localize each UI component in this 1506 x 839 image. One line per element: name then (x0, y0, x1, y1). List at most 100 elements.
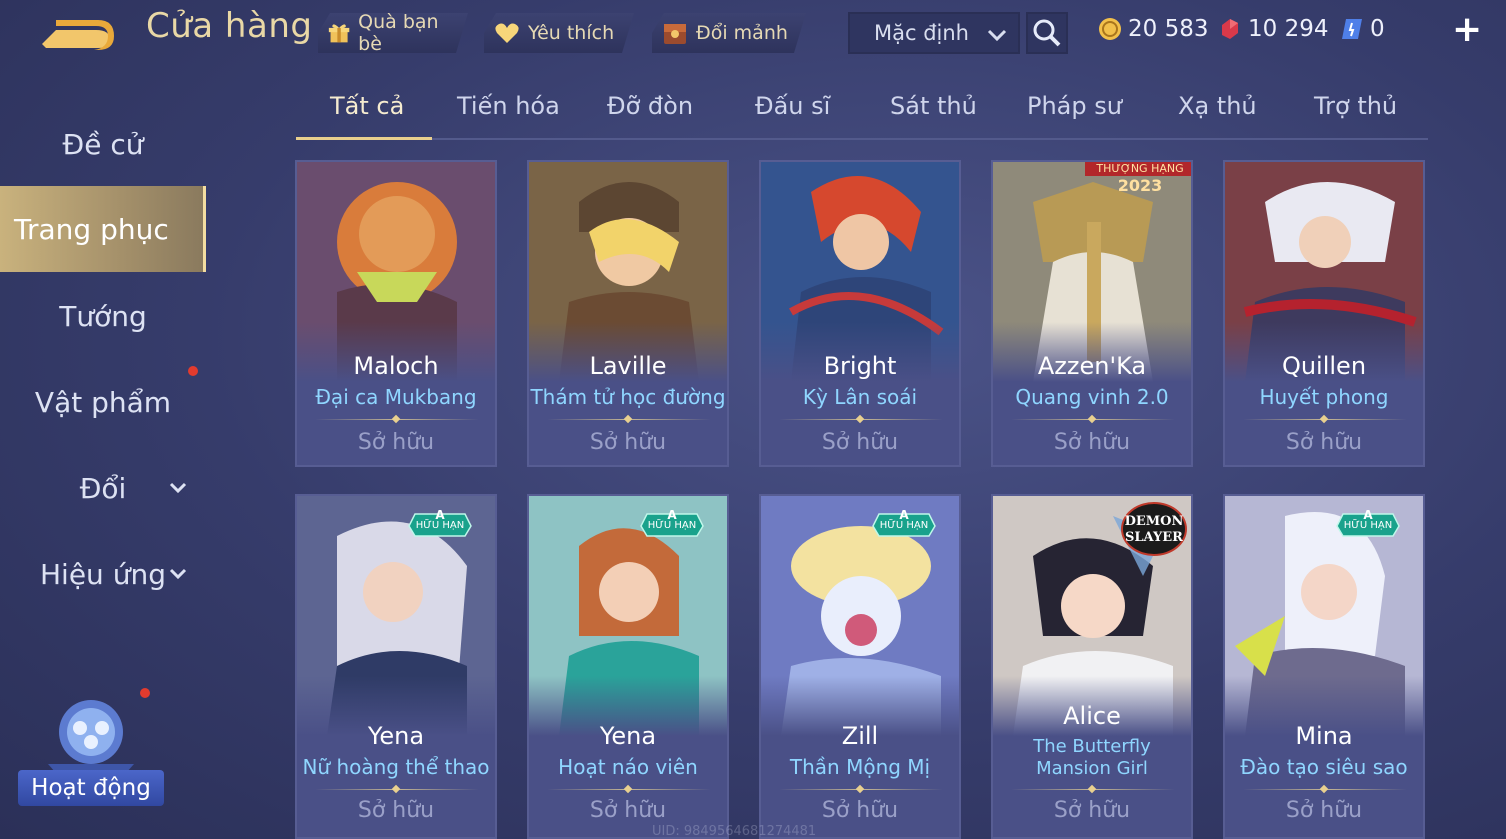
tab-mage[interactable]: Pháp sư (1027, 92, 1122, 120)
skin-name: Đại ca Mukbang (315, 385, 477, 409)
skin-card[interactable]: A HỮU HẠN Zill Thần Mộng Mị Sở hữu (759, 494, 961, 839)
exchange-fragments-label: Đổi mảnh (696, 22, 788, 44)
sidebar-item-skins[interactable]: Trang phục (0, 186, 206, 272)
heart-icon (494, 20, 520, 46)
skin-card[interactable]: Quillen Huyết phong Sở hữu (1223, 160, 1425, 467)
limited-badge: A HỮU HẠN (1335, 508, 1401, 538)
rank-badge-title: THƯỢNG HẠNG (1085, 162, 1191, 176)
search-button[interactable] (1026, 12, 1068, 54)
voucher-amount: 0 (1370, 16, 1385, 42)
skin-card[interactable]: DEMON SLAYER Alice The Butterfly Mansion… (991, 494, 1193, 839)
friend-gift-label: Quà bạn bè (358, 11, 439, 55)
limited-badge-text: HỮU HẠN (415, 520, 465, 531)
sidebar-item-exchange[interactable]: Đổi (0, 458, 206, 518)
favorites-button[interactable]: Yêu thích (484, 13, 634, 53)
divider-diamond (1319, 784, 1329, 794)
tab-all[interactable]: Tất cả (330, 92, 404, 120)
back-button[interactable] (36, 12, 116, 52)
limited-badge: A HỮU HẠN (639, 508, 705, 538)
gift-icon (328, 20, 350, 46)
back-arrow-icon (42, 20, 114, 50)
hero-name: Alice (1063, 702, 1121, 730)
limited-badge: A HỮU HẠN (407, 508, 473, 538)
sidebar-item-label: Hiệu ứng (40, 557, 166, 591)
gold-coin-icon (1099, 18, 1121, 40)
friend-gift-button[interactable]: Quà bạn bè (318, 13, 468, 53)
owned-status: Sở hữu (589, 430, 667, 455)
hero-name: Bright (823, 352, 897, 380)
activity-button[interactable]: Hoạt động (18, 694, 164, 812)
skin-name: Huyết phong (1259, 385, 1389, 409)
skin-name: Nữ hoàng thể thao (302, 755, 490, 779)
skin-card[interactable]: Laville Thám tử học đường Sở hữu (527, 160, 729, 467)
collab-badge-line1: DEMON (1124, 514, 1184, 529)
exchange-fragments-button[interactable]: Đổi mảnh (652, 13, 806, 53)
owned-status: Sở hữu (357, 798, 435, 823)
skin-name: Đào tạo siêu sao (1240, 755, 1408, 779)
sort-selected-value: Mặc định (874, 21, 969, 45)
blue-voucher-icon (1342, 19, 1362, 39)
tab-assassin[interactable]: Sát thủ (890, 92, 977, 120)
category-tabs: Tất cả Tiến hóa Đỡ đòn Đấu sĩ Sát thủ Ph… (296, 86, 1428, 140)
owned-status: Sở hữu (357, 430, 435, 455)
sidebar-item-items[interactable]: Vật phẩm (0, 372, 206, 432)
tab-active-indicator (296, 137, 432, 140)
sidebar-item-label: Trang phục (14, 212, 169, 246)
skin-name: Thần Mộng Mị (789, 755, 931, 779)
top-bar: Cửa hàng Quà bạn bè Yêu thích Đổi mảnh M… (0, 0, 1506, 66)
owned-status: Sở hữu (1053, 798, 1131, 823)
owned-status: Sở hữu (1285, 430, 1363, 455)
red-gem-icon (1222, 19, 1238, 39)
chest-icon (662, 20, 688, 46)
sidebar-item-label: Đổi (79, 471, 127, 505)
collab-badge-line2: SLAYER (1125, 530, 1183, 545)
hero-name: Azzen'Ka (1037, 352, 1147, 380)
chevron-down-icon (987, 29, 1007, 42)
tab-fighter[interactable]: Đấu sĩ (755, 92, 830, 120)
gem-currency[interactable]: 10 294 (1218, 16, 1328, 42)
skin-card[interactable]: THƯỢNG HẠNG 2023 Azzen'Ka Quang vinh 2.0… (991, 160, 1193, 467)
activity-label: Hoạt động (18, 770, 164, 806)
sidebar-item-heroes[interactable]: Tướng (0, 286, 206, 346)
gold-amount: 20 583 (1128, 16, 1209, 42)
skin-card[interactable]: A HỮU HẠN Mina Đào tạo siêu sao Sở hữu (1223, 494, 1425, 839)
divider-diamond (391, 414, 401, 424)
sidebar-item-label: Đề cử (62, 127, 144, 161)
limited-badge: A HỮU HẠN (871, 508, 937, 538)
add-currency-button[interactable]: + (1452, 12, 1482, 48)
sidebar-item-label: Vật phẩm (34, 385, 172, 419)
tab-tank[interactable]: Đỡ đòn (607, 92, 693, 120)
tab-marksman[interactable]: Xạ thủ (1178, 92, 1257, 120)
limited-badge-text: HỮU HẠN (879, 520, 929, 531)
skin-card[interactable]: Maloch Đại ca Mukbang Sở hữu (295, 160, 497, 467)
divider-diamond (855, 784, 865, 794)
favorites-label: Yêu thích (528, 22, 615, 44)
limited-badge-text: HỮU HẠN (647, 520, 697, 531)
skin-name: The Butterfly Mansion Girl (1033, 736, 1151, 779)
limited-badge-text: HỮU HẠN (1343, 520, 1393, 531)
owned-status: Sở hữu (1053, 430, 1131, 455)
skin-name: Kỳ Lân soái (802, 385, 918, 409)
skin-name: Hoạt náo viên (558, 755, 698, 779)
sort-dropdown[interactable]: Mặc định (848, 12, 1020, 54)
skin-card[interactable]: Bright Kỳ Lân soái Sở hữu (759, 160, 961, 467)
tab-support[interactable]: Trợ thủ (1314, 92, 1397, 120)
owned-status: Sở hữu (589, 798, 667, 823)
gold-currency[interactable]: 20 583 (1098, 16, 1208, 42)
page-title: Cửa hàng (146, 6, 313, 46)
skin-name: Thám tử học đường (530, 385, 726, 409)
tab-evolution[interactable]: Tiến hóa (457, 92, 560, 120)
sidebar-item-effects[interactable]: Hiệu ứng (0, 544, 206, 604)
skin-card[interactable]: A HỮU HẠN Yena Nữ hoàng thể thao Sở hữu (295, 494, 497, 839)
demon-slayer-collab-badge: DEMON SLAYER (1121, 502, 1187, 556)
skin-card[interactable]: A HỮU HẠN Yena Hoạt náo viên Sở hữu (527, 494, 729, 839)
divider-diamond (623, 784, 633, 794)
divider-diamond (623, 414, 633, 424)
rank-badge-year: 2023 (1117, 176, 1163, 195)
voucher-currency[interactable]: 0 (1340, 16, 1385, 42)
sidebar-item-featured[interactable]: Đề cử (0, 114, 206, 174)
owned-status: Sở hữu (821, 430, 899, 455)
divider-diamond (855, 414, 865, 424)
user-id-watermark: UID: 9849564681274481 (652, 824, 817, 839)
notification-dot (188, 366, 198, 376)
